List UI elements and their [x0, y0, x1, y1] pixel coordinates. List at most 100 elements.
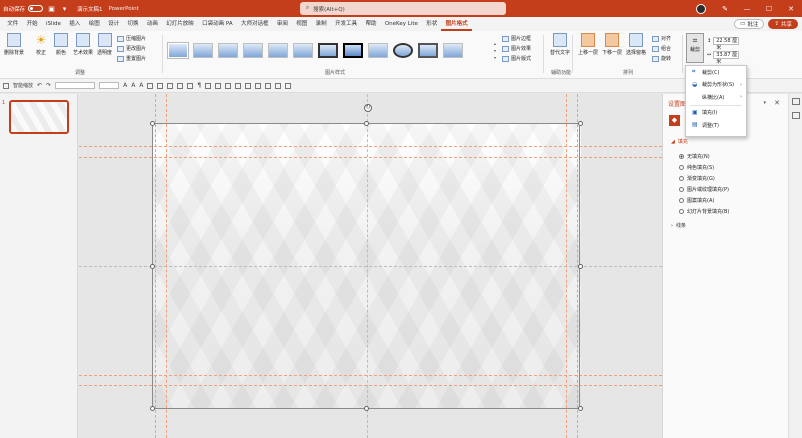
tab-1[interactable]: 开始	[22, 17, 41, 31]
shape-fill-icon[interactable]	[205, 82, 212, 89]
crop-menu-item[interactable]: ▣ 填充(I)	[686, 107, 746, 120]
resize-handle[interactable]	[578, 264, 583, 269]
crop-menu-item[interactable]: ⌗ 裁剪(C)	[686, 66, 746, 79]
right-side-strip	[788, 94, 802, 438]
slide-canvas: ↻	[79, 94, 662, 438]
font-size-dropdown[interactable]	[99, 82, 120, 89]
tab-4[interactable]: 绘图	[85, 17, 104, 31]
tab-3[interactable]: 插入	[65, 17, 84, 31]
share-button[interactable]: ⇪ 共享	[768, 19, 798, 29]
app-name: PowerPoint	[108, 5, 139, 12]
crop-menu-item[interactable]: 纵横比(A) ›	[686, 91, 746, 104]
align-center-icon[interactable]	[167, 82, 174, 89]
tab-14[interactable]: 开发工具	[331, 17, 361, 31]
radio-button[interactable]	[679, 154, 684, 159]
avatar[interactable]	[696, 3, 706, 14]
radio-button[interactable]	[679, 209, 684, 214]
align-right-icon[interactable]	[177, 82, 184, 89]
resize-handle[interactable]	[150, 406, 155, 411]
tab-11[interactable]: 审阅	[273, 17, 292, 31]
font-name-dropdown[interactable]	[55, 82, 96, 89]
pane-close-icon[interactable]: ✕	[774, 99, 780, 107]
autosave-toggle[interactable]	[28, 5, 44, 12]
crop-menu-item[interactable]: ◒ 裁剪为形状(S) ›	[686, 79, 746, 92]
tab-9[interactable]: 口袋动画 PA	[198, 17, 237, 31]
ribbon-tabs: 文件 开始 iSlide 插入 绘图 设计 切换 动画 幻灯片放映 口袋动画 PA 大师对话框 审阅视…	[0, 17, 802, 31]
picture-layout-button[interactable]: 图片版式	[502, 55, 531, 62]
expand-icon: ›	[671, 222, 673, 229]
font-color-icon[interactable]: A	[139, 82, 143, 89]
resize-handle[interactable]	[364, 406, 369, 411]
resize-handle[interactable]	[150, 121, 155, 126]
slide-thumbnail[interactable]	[9, 100, 69, 134]
save-icon[interactable]: ▣	[47, 4, 56, 13]
radio-button[interactable]	[679, 187, 684, 192]
crop-menu-item[interactable]: ▤ 调整(T)	[686, 119, 746, 132]
pane-options-icon[interactable]: ▾	[763, 100, 766, 106]
tab-10[interactable]: 大师对话框	[237, 17, 273, 31]
tab-2[interactable]: iSlide	[42, 17, 65, 31]
resize-handle[interactable]	[578, 406, 583, 411]
arrange-icon[interactable]	[225, 82, 232, 89]
rotate-handle-icon[interactable]: ↻	[364, 104, 372, 112]
fill-line-tab-icon[interactable]: ◆	[669, 115, 680, 126]
tab-0[interactable]: 文件	[3, 17, 22, 31]
autosave-control[interactable]: 自动保存	[3, 5, 44, 13]
pen-icon[interactable]: ✎	[714, 5, 736, 13]
picture-border-button[interactable]: 图片边框	[502, 35, 531, 42]
table-icon[interactable]	[255, 82, 262, 89]
save-icon[interactable]	[3, 82, 9, 89]
tab-7[interactable]: 动画	[143, 17, 162, 31]
picture-effects-button[interactable]: 图片效果	[502, 45, 531, 52]
search-box[interactable]: ⌕ 搜索(Alt+Q)	[300, 2, 506, 15]
resize-handle[interactable]	[150, 264, 155, 269]
crop-icon: ⌗	[692, 68, 696, 76]
qat-more-icon[interactable]: ▾	[60, 4, 69, 13]
side-tool-icon[interactable]	[792, 112, 800, 119]
maximize-icon[interactable]: ☐	[758, 5, 780, 13]
tab-16[interactable]: OneKey Lite	[381, 17, 422, 31]
crop-qat-icon[interactable]	[245, 82, 252, 89]
tab-13[interactable]: 录制	[311, 17, 330, 31]
fill-option[interactable]: 图片或纹理填充(P)	[679, 186, 729, 193]
format-painter-icon[interactable]	[235, 82, 242, 89]
text-direction-icon[interactable]: ¶	[197, 82, 201, 89]
autofit-button[interactable]: 智能缩放	[13, 82, 33, 89]
bullets-icon[interactable]	[147, 82, 154, 89]
fill-option[interactable]: 无填充(N)	[679, 153, 710, 160]
picture-icon[interactable]	[275, 82, 282, 89]
tab-12[interactable]: 视图	[292, 17, 311, 31]
share-label: 共享	[780, 22, 792, 28]
shape-outline-icon[interactable]	[215, 82, 222, 89]
resize-handle[interactable]	[578, 121, 583, 126]
tab-17[interactable]: 形状	[422, 17, 441, 31]
grid-icon[interactable]	[265, 82, 272, 89]
tab-15[interactable]: 帮助	[361, 17, 380, 31]
decrease-font-icon[interactable]: A	[131, 82, 135, 89]
radio-button[interactable]	[679, 198, 684, 203]
fill-option[interactable]: 幻灯片背景填充(B)	[679, 208, 729, 215]
resize-handle[interactable]	[364, 121, 369, 126]
more-icon[interactable]	[285, 82, 292, 89]
radio-button[interactable]	[679, 176, 684, 181]
tab-8[interactable]: 幻灯片放映	[162, 17, 198, 31]
title-bar: 自动保存 ▣ ▾ 演示文稿1 PowerPoint ⌕ 搜索(Alt+Q) ✎ …	[0, 0, 802, 17]
line-section-header[interactable]: › 线条	[671, 222, 686, 230]
fill-section-header[interactable]: ◢ 填充	[671, 138, 688, 146]
comments-pane-icon[interactable]	[792, 98, 800, 105]
justify-icon[interactable]	[187, 82, 194, 89]
radio-button[interactable]	[679, 165, 684, 170]
redo-icon[interactable]: ↷	[46, 82, 51, 89]
undo-icon[interactable]: ↶	[37, 82, 42, 89]
comment-button[interactable]: ▭ 批注	[734, 19, 765, 29]
minimize-icon[interactable]: —	[736, 5, 758, 13]
fill-option[interactable]: 纯色填充(S)	[679, 164, 714, 171]
fill-option[interactable]: 渐变填充(G)	[679, 175, 715, 182]
tab-18[interactable]: 图片格式	[441, 17, 472, 31]
tab-5[interactable]: 设计	[104, 17, 123, 31]
align-left-icon[interactable]	[157, 82, 164, 89]
close-icon[interactable]: ✕	[780, 5, 802, 13]
increase-font-icon[interactable]: A	[123, 82, 127, 89]
tab-6[interactable]: 切换	[123, 17, 142, 31]
fill-option[interactable]: 图案填充(A)	[679, 197, 714, 204]
